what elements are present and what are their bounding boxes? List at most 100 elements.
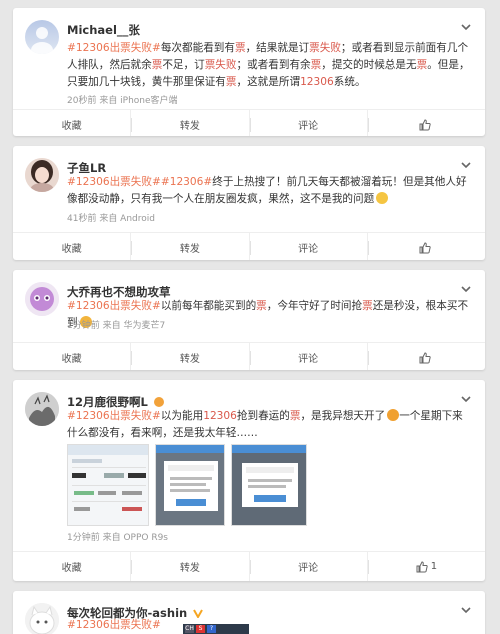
comment-button[interactable]: 评论	[248, 233, 367, 260]
taskbar-item[interactable]: S	[196, 625, 205, 633]
highlight-text: 票	[225, 76, 237, 88]
collect-button[interactable]: 收藏	[13, 110, 130, 136]
taskbar-item[interactable]: ?	[207, 625, 216, 633]
avatar[interactable]	[25, 282, 59, 316]
taskbar: CH S ?	[183, 624, 249, 634]
chevron-down-icon[interactable]	[459, 282, 473, 296]
hashtag-link[interactable]: #12306出票失败#	[67, 300, 161, 312]
like-count: 1	[430, 561, 438, 572]
collect-button[interactable]: 收藏	[13, 552, 130, 581]
comment-label: 评论	[298, 244, 319, 255]
highlight-text: 票	[234, 42, 246, 54]
collect-button[interactable]: 收藏	[13, 233, 130, 260]
highlight-text: 票	[256, 300, 267, 312]
post-content: #12306出票失败##12306#终于上热搜了！前几天每天都被溜着玩！但是其他…	[67, 174, 471, 208]
repost-button[interactable]: 转发	[130, 343, 248, 370]
emoji-icon	[153, 397, 164, 407]
repost-button[interactable]: 转发	[130, 552, 248, 581]
action-bar: 收藏 转发 评论 1	[13, 551, 485, 581]
action-bar: 收藏 转发 评论	[13, 232, 485, 260]
like-button[interactable]	[366, 343, 485, 370]
post-meta: 20秒前 来自 iPhone客户端	[67, 96, 178, 106]
highlight-text: 票	[289, 410, 301, 422]
highlight-text: 票	[362, 300, 373, 312]
post-text: 不足，订	[162, 59, 205, 71]
highlight-text: 票	[151, 59, 163, 71]
hashtag-link[interactable]: #12306出票失败#	[67, 619, 161, 631]
emoji-icon	[376, 192, 389, 204]
post-card: Michael__张 #12306出票失败#每次都能看到有票，结果就是订票失败；…	[13, 8, 485, 136]
highlight-text: 12306	[203, 410, 237, 422]
repost-label: 转发	[179, 354, 200, 365]
post-text: 系统。	[333, 76, 366, 88]
post-card: 每次轮回都为你-ashin #12306出票失败#	[13, 591, 485, 634]
post-text: 以前每年都能买到的	[160, 300, 257, 312]
repost-label: 转发	[179, 563, 200, 574]
username-text: 12月鹿很野啊L	[67, 395, 148, 409]
hashtag-link[interactable]: #12306出票失败#	[67, 410, 161, 422]
post-content: #12306出票失败#以为能用12306抢到春运的票，是我异想天开了 一个星期下来…	[67, 408, 471, 442]
hashtag-link[interactable]: #12306出票失败#	[67, 42, 161, 54]
avatar[interactable]	[25, 392, 59, 426]
avatar[interactable]	[25, 20, 59, 54]
image-thumbnail[interactable]	[67, 444, 149, 526]
highlight-text: 票失败	[309, 42, 341, 54]
repost-button[interactable]: 转发	[130, 110, 248, 136]
post-text: ，这就是所谓	[236, 76, 301, 88]
chevron-down-icon[interactable]	[459, 20, 473, 34]
comment-button[interactable]: 评论	[248, 552, 367, 581]
collect-button[interactable]: 收藏	[13, 343, 130, 370]
emoji-icon	[387, 409, 400, 421]
thumbs-up-icon	[419, 351, 431, 363]
post-text: ；或者看到有余	[236, 59, 311, 71]
comment-label: 评论	[298, 563, 319, 574]
chevron-down-icon[interactable]	[459, 603, 473, 617]
repost-label: 转发	[179, 121, 200, 132]
hashtag-link[interactable]: #12306出票失败#	[67, 176, 161, 188]
image-gallery	[67, 444, 307, 526]
post-content: #12306出票失败#	[67, 617, 471, 634]
avatar[interactable]	[25, 158, 59, 192]
repost-button[interactable]: 转发	[130, 233, 248, 260]
post-text: 每次都能看到有	[160, 42, 235, 54]
post-content: #12306出票失败#每次都能看到有票，结果就是订票失败；或者看到显示前面有几个…	[67, 40, 471, 91]
highlight-text: 票失败	[204, 59, 237, 71]
hashtag-link[interactable]: #12306#	[161, 176, 212, 188]
highlight-text: 12306	[300, 76, 334, 88]
post-text: ，是我异想天开了	[300, 410, 386, 422]
highlight-text: 票	[310, 59, 322, 71]
comment-label: 评论	[298, 354, 319, 365]
post-text: ，提交的时候总是无	[321, 59, 417, 71]
thumbs-up-icon	[419, 241, 431, 253]
taskbar-item[interactable]: CH	[185, 625, 194, 633]
post-text: 以为能用	[160, 410, 204, 422]
post-meta: 1分钟前 来自 OPPO R9s	[67, 533, 168, 543]
comment-button[interactable]: 评论	[248, 110, 367, 136]
highlight-text: 票	[416, 59, 428, 71]
post-text: ，结果就是订	[245, 42, 310, 54]
collect-label: 收藏	[61, 121, 82, 132]
like-button[interactable]	[366, 110, 485, 136]
thumbs-up-icon	[419, 118, 431, 130]
like-button[interactable]	[366, 233, 485, 260]
username[interactable]: Michael__张	[67, 22, 140, 38]
collect-label: 收藏	[61, 563, 82, 574]
avatar[interactable]	[25, 603, 59, 634]
image-thumbnail[interactable]	[155, 444, 225, 526]
post-meta: 41秒前 来自 Android	[67, 214, 155, 224]
chevron-down-icon[interactable]	[459, 158, 473, 172]
post-text: 抢到春运的	[236, 410, 290, 422]
image-thumbnail[interactable]	[231, 444, 307, 526]
repost-label: 转发	[179, 244, 200, 255]
collect-label: 收藏	[61, 354, 82, 365]
post-meta: 1分钟前 来自 华为麦芒7	[67, 321, 166, 331]
post-card: 大乔再也不想助攻草 #12306出票失败#以前每年都能买到的票，今年守好了时间抢…	[13, 270, 485, 370]
like-button[interactable]: 1	[366, 552, 485, 581]
comment-button[interactable]: 评论	[248, 343, 367, 370]
post-card: 12月鹿很野啊L #12306出票失败#以为能用12306抢到春运的票，是我异想…	[13, 380, 485, 581]
comment-label: 评论	[298, 121, 319, 132]
chevron-down-icon[interactable]	[459, 392, 473, 406]
thumbs-up-icon	[416, 560, 428, 572]
post-card: 子鱼LR #12306出票失败##12306#终于上热搜了！前几天每天都被溜着玩…	[13, 146, 485, 260]
collect-label: 收藏	[61, 244, 82, 255]
